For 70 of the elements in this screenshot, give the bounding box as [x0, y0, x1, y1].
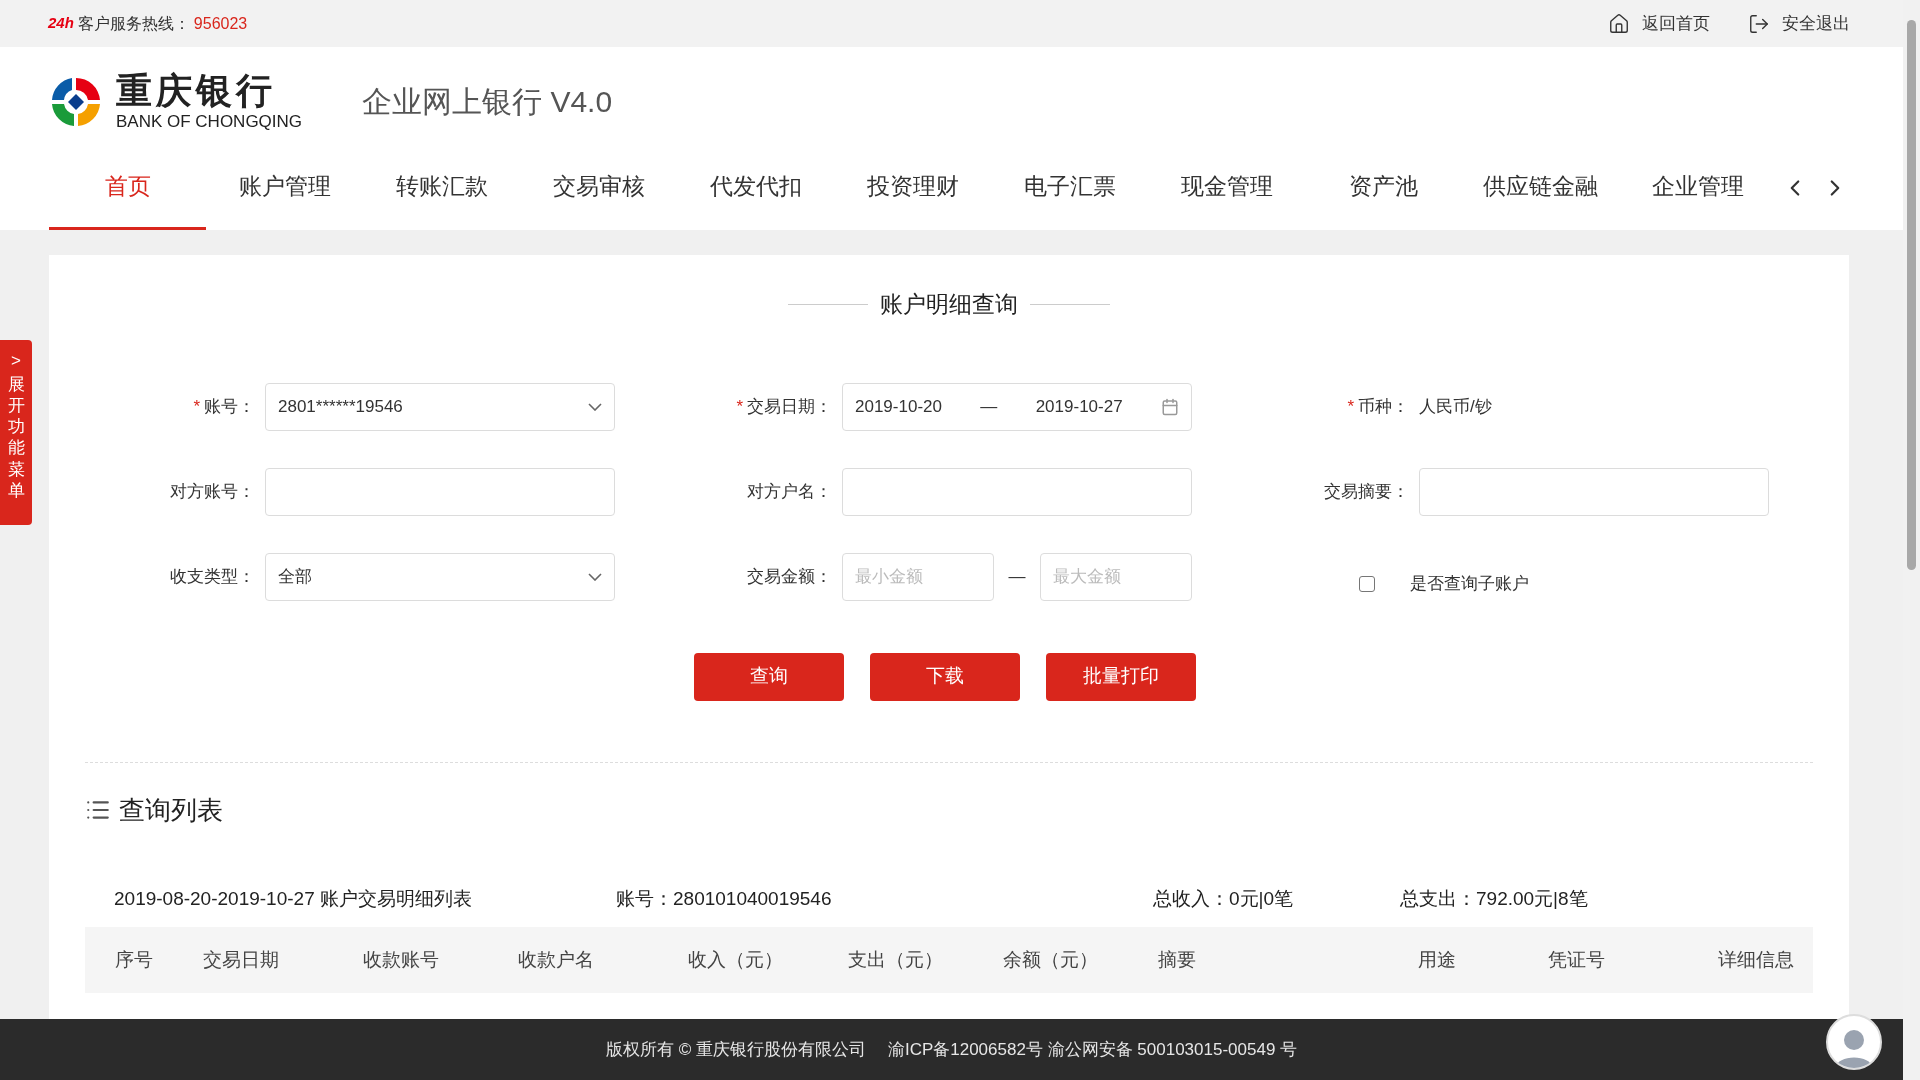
column-header: 余额（元） — [1003, 947, 1099, 972]
logout-link[interactable]: 安全退出 — [1748, 10, 1850, 37]
select-field[interactable]: 全部 — [265, 552, 615, 601]
checkbox-label: 是否查询子账户 — [1410, 572, 1529, 595]
nav-tab[interactable]: 投资理财 — [834, 160, 991, 230]
max-amount-field[interactable]: 最大金额 — [1040, 552, 1192, 601]
nav-tab[interactable]: 交易审核 — [520, 160, 677, 230]
required-mark: * — [1347, 395, 1354, 418]
nav-tab[interactable]: 资产池 — [1305, 160, 1462, 230]
nav-tab[interactable]: 转账汇款 — [363, 160, 520, 230]
action-button[interactable]: 查询 — [694, 652, 844, 701]
field-label: 交易金额： — [747, 565, 832, 588]
min-amount-field[interactable]: 最小金额 — [842, 552, 994, 601]
column-header: 序号 — [115, 947, 154, 972]
hotline-hours-label: 24h — [48, 13, 74, 34]
nav-tab[interactable]: 首页 — [49, 160, 206, 230]
hotline-number: 956023 — [193, 13, 248, 34]
field-label: 账号： — [204, 395, 255, 418]
date-range-field[interactable]: 2019-10-20 — 2019-10-27 — [842, 382, 1192, 431]
field-label: 交易摘要： — [1324, 480, 1409, 503]
home-link[interactable]: 返回首页 — [1608, 10, 1710, 37]
chevron-down-icon — [588, 402, 602, 411]
nav-tab[interactable]: 代发代扣 — [677, 160, 834, 230]
bank-name-english: BANK OF CHONGQING — [116, 113, 303, 130]
column-header: 收入（元） — [688, 947, 784, 972]
column-header: 用途 — [1418, 947, 1457, 972]
column-header: 凭证号 — [1548, 947, 1606, 972]
field-label: 收支类型： — [170, 565, 255, 588]
calendar-icon — [1160, 397, 1179, 416]
hotline-label: 客户服务热线： — [77, 13, 190, 34]
action-button[interactable]: 批量打印 — [1046, 652, 1196, 701]
summary-text: 2019-08-20-2019-10-27 账户交易明细列表 — [114, 886, 473, 911]
input-field[interactable] — [265, 467, 615, 516]
required-mark: * — [736, 395, 743, 418]
field-label: 币种： — [1358, 395, 1409, 418]
input-field[interactable] — [842, 467, 1192, 516]
field-label: 交易日期： — [747, 395, 832, 418]
checkbox[interactable] — [1359, 575, 1375, 592]
nav-tab[interactable]: 电子汇票 — [991, 160, 1148, 230]
column-header: 摘要 — [1158, 947, 1197, 972]
copyright-text: 版权所有 © 重庆银行股份有限公司 — [605, 1038, 866, 1061]
field-label: 对方户名： — [747, 480, 832, 503]
column-header: 收款户名 — [518, 947, 595, 972]
section-title: 查询列表 — [119, 793, 223, 827]
column-header: 支出（元） — [848, 947, 944, 972]
bank-name: 重庆银行 — [116, 73, 277, 109]
field-label: 对方账号： — [170, 480, 255, 503]
required-mark: * — [193, 395, 200, 418]
column-header: 详细信息 — [1718, 947, 1795, 972]
select-field[interactable]: 2801******19546 — [265, 382, 615, 431]
logout-icon — [1748, 12, 1770, 35]
summary-text: 总支出：792.00元|8笔 — [1400, 886, 1589, 911]
summary-text: 账号：280101040019546 — [616, 886, 833, 911]
home-icon — [1608, 12, 1630, 35]
side-menu-tab[interactable]: > 展开功能菜单 — [0, 340, 32, 525]
nav-tab[interactable]: 供应链金融 — [1462, 160, 1619, 230]
nav-tab[interactable]: 现金管理 — [1148, 160, 1305, 230]
form-title: 账户明细查询 — [880, 290, 1018, 319]
currency-value: 人民币/钞 — [1419, 395, 1492, 418]
action-button[interactable]: 下载 — [870, 652, 1020, 701]
column-header: 交易日期 — [203, 947, 280, 972]
range-separator: — — [1008, 565, 1026, 588]
summary-text: 总收入：0元|0笔 — [1153, 886, 1295, 911]
icp-text: 渝ICP备12006582号 渝公网安备 500103015-00549 号 — [887, 1038, 1298, 1061]
nav-tab[interactable]: 账户管理 — [206, 160, 363, 230]
column-header: 收款账号 — [363, 947, 440, 972]
input-field[interactable] — [1419, 467, 1769, 516]
chevron-down-icon — [588, 572, 602, 581]
product-title: 企业网上银行 V4.0 — [362, 84, 613, 120]
nav-tab[interactable]: 企业管理 — [1619, 160, 1776, 230]
